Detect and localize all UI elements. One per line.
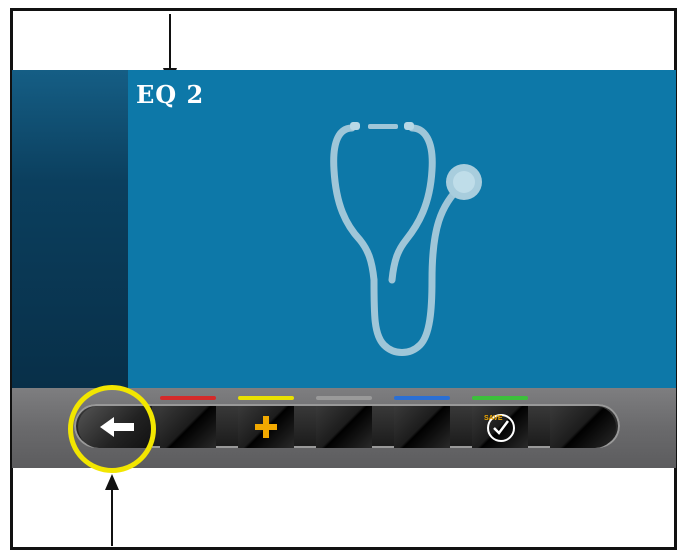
stethoscope-icon	[330, 122, 482, 356]
plus-icon	[255, 416, 277, 438]
yellow-add-softkey[interactable]	[238, 396, 294, 448]
back-button-highlight	[68, 385, 156, 473]
gray-softkey[interactable]	[316, 396, 372, 448]
save-check-icon: SAVE	[484, 414, 515, 442]
blue-indicator	[394, 396, 450, 400]
red-softkey[interactable]	[160, 396, 216, 448]
screen-sidebar	[12, 70, 128, 388]
device-screen: EQ 2	[12, 70, 676, 388]
red-indicator	[160, 396, 216, 400]
save-label: SAVE	[484, 415, 503, 422]
green-save-softkey[interactable]: SAVE	[472, 396, 528, 448]
back-button-callout-arrow	[105, 474, 119, 546]
green-indicator	[472, 396, 528, 400]
gray-indicator	[316, 396, 372, 400]
yellow-indicator	[238, 396, 294, 400]
page-title: EQ 2	[136, 80, 205, 109]
blue-softkey[interactable]	[394, 396, 450, 448]
end-softkey[interactable]	[550, 406, 616, 448]
